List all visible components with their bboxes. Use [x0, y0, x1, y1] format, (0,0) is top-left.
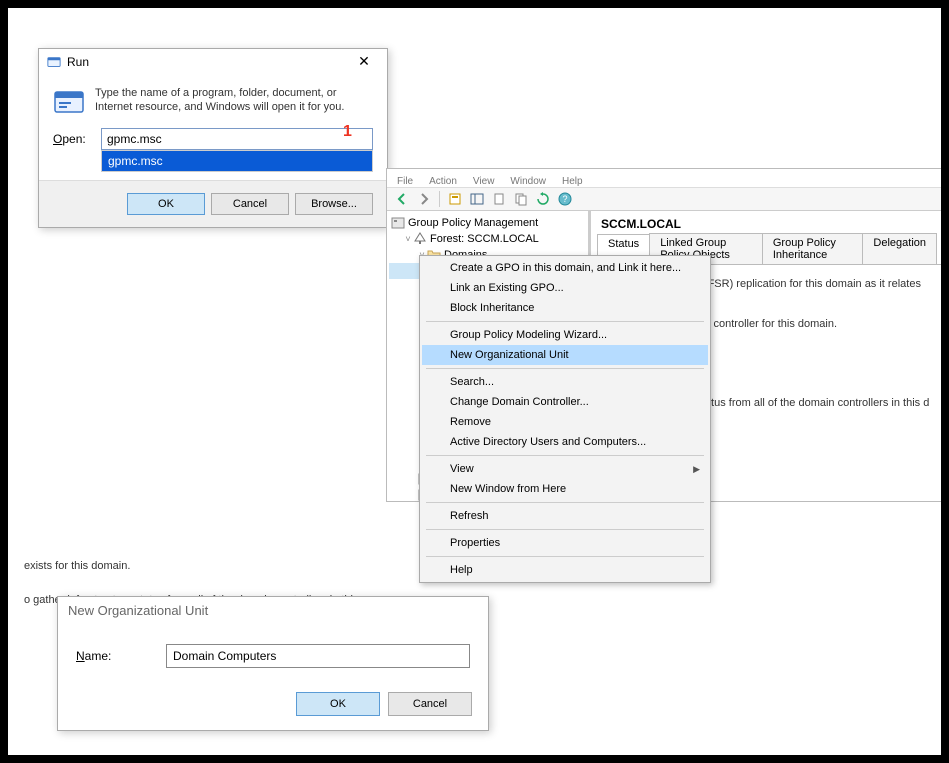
ok-button[interactable]: OK — [296, 692, 380, 716]
tree-forest[interactable]: ˅ Forest: SCCM.LOCAL — [389, 231, 586, 247]
ctx-view-label: View — [450, 463, 474, 475]
ctx-properties[interactable]: Properties — [422, 533, 708, 553]
ctx-refresh[interactable]: Refresh — [422, 506, 708, 526]
ctx-separator — [426, 529, 704, 530]
run-titlebar: Run ✕ — [39, 49, 387, 74]
ctx-create-gpo[interactable]: Create a GPO in this domain, and Link it… — [422, 258, 708, 278]
run-autocomplete-item[interactable]: gpmc.msc — [101, 150, 373, 172]
tree-root-label: Group Policy Management — [408, 217, 538, 229]
delete-icon[interactable] — [490, 190, 508, 208]
menu-action[interactable]: Action — [429, 176, 457, 187]
run-button-row: OK Cancel Browse... — [39, 180, 387, 227]
ctx-separator — [426, 321, 704, 322]
svg-text:?: ? — [562, 194, 567, 204]
cancel-button[interactable]: Cancel — [388, 692, 472, 716]
run-title-text: Run — [67, 55, 89, 69]
cancel-button[interactable]: Cancel — [211, 193, 289, 215]
ctx-separator — [426, 502, 704, 503]
forward-icon[interactable] — [415, 190, 433, 208]
ctx-separator — [426, 368, 704, 369]
submenu-arrow-icon: ▶ — [693, 464, 700, 475]
run-large-icon — [53, 86, 85, 118]
copy-icon[interactable] — [512, 190, 530, 208]
ctx-link-gpo[interactable]: Link an Existing GPO... — [422, 278, 708, 298]
gpm-root-icon — [391, 216, 405, 230]
ctx-search[interactable]: Search... — [422, 372, 708, 392]
run-open-input[interactable] — [101, 128, 373, 150]
context-menu: Create a GPO in this domain, and Link it… — [419, 255, 711, 583]
properties-icon[interactable] — [446, 190, 464, 208]
new-ou-name-input[interactable] — [166, 644, 470, 668]
tree-forest-label: Forest: SCCM.LOCAL — [430, 233, 539, 245]
ctx-aduc[interactable]: Active Directory Users and Computers... — [422, 432, 708, 452]
ctx-view[interactable]: View ▶ — [422, 459, 708, 479]
menu-window[interactable]: Window — [510, 176, 546, 187]
ctx-help[interactable]: Help — [422, 560, 708, 580]
show-hide-icon[interactable] — [468, 190, 486, 208]
ctx-remove[interactable]: Remove — [422, 412, 708, 432]
menu-help[interactable]: Help — [562, 176, 583, 187]
new-ou-name-label: Name: — [76, 649, 166, 663]
help-icon[interactable]: ? — [556, 190, 574, 208]
forest-icon — [413, 232, 427, 246]
run-icon — [47, 55, 61, 69]
back-icon[interactable] — [393, 190, 411, 208]
ctx-separator — [426, 556, 704, 557]
detail-title: SCCM.LOCAL — [591, 211, 942, 233]
new-ou-title: New Organizational Unit — [58, 597, 488, 624]
menu-view[interactable]: View — [473, 176, 495, 187]
gpmc-toolbar: ? — [387, 187, 942, 211]
tab-delegation[interactable]: Delegation — [862, 233, 937, 264]
step-marker-1: 1 — [343, 123, 352, 141]
menu-file[interactable]: File — [397, 176, 413, 187]
ctx-new-window[interactable]: New Window from Here — [422, 479, 708, 499]
ctx-new-ou[interactable]: New Organizational Unit — [422, 345, 708, 365]
run-hint-text: Type the name of a program, folder, docu… — [95, 86, 373, 118]
gpmc-menubar: File Action View Window Help — [387, 169, 942, 187]
ctx-change-dc[interactable]: Change Domain Controller... — [422, 392, 708, 412]
new-ou-dialog: New Organizational Unit Name: OK Cancel — [57, 596, 489, 731]
background-text-fragment: exists for this domain. — [24, 560, 130, 572]
close-icon[interactable]: ✕ — [349, 53, 379, 70]
run-dialog: Run ✕ Type the name of a program, folder… — [38, 48, 388, 228]
run-open-label: Open: — [53, 132, 101, 146]
ok-button[interactable]: OK — [127, 193, 205, 215]
ctx-block-inheritance[interactable]: Block Inheritance — [422, 298, 708, 318]
ctx-gp-modeling[interactable]: Group Policy Modeling Wizard... — [422, 325, 708, 345]
browse-button[interactable]: Browse... — [295, 193, 373, 215]
tree-root[interactable]: Group Policy Management — [389, 215, 586, 231]
refresh-icon[interactable] — [534, 190, 552, 208]
ctx-separator — [426, 455, 704, 456]
tab-inheritance[interactable]: Group Policy Inheritance — [762, 233, 864, 264]
